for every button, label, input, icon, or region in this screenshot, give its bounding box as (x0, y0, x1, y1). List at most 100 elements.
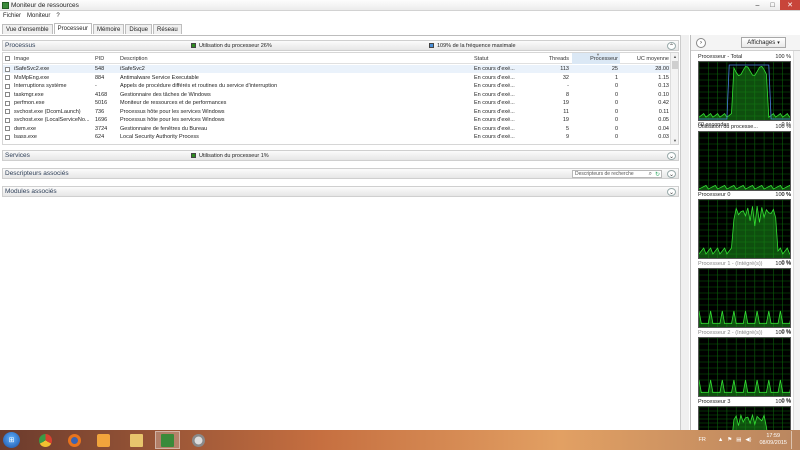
row-checkbox-box[interactable] (5, 83, 10, 89)
handles-search-input[interactable]: Descripteurs de recherche ⌕ ↻ (572, 170, 662, 178)
show-desktop-button[interactable] (791, 431, 796, 449)
language-indicator[interactable]: FR (698, 437, 705, 443)
col-image[interactable]: Image (14, 53, 94, 64)
tab-memory[interactable]: Mémoire (92, 24, 125, 34)
tab-overview[interactable]: Vue d'ensemble (2, 24, 53, 34)
table-row[interactable]: Interruptions système - Appels de procédur… (3, 82, 671, 90)
cell-avg-cpu: 0.42 (658, 100, 669, 106)
views-dropdown[interactable]: Affichages (741, 37, 786, 48)
col-description[interactable]: Description (120, 53, 472, 64)
row-checkbox-box[interactable] (5, 126, 10, 131)
cell-avg-cpu: 0.13 (658, 83, 669, 89)
row-checkbox[interactable] (5, 91, 13, 99)
cell-status: En cours d'exé... (474, 117, 515, 123)
close-button[interactable]: ✕ (780, 0, 800, 10)
row-checkbox-box[interactable] (5, 134, 10, 140)
table-row[interactable]: iSafeSvc2.exe 548 iSafeSvc2 En cours d'exé.… (3, 65, 671, 73)
row-checkbox[interactable] (5, 133, 13, 141)
table-row[interactable]: dwm.exe 3724 Gestionnaire de fenêtres du B… (3, 125, 671, 133)
row-checkbox-box[interactable] (5, 92, 10, 97)
cell-threads: 9 (565, 134, 569, 140)
scroll-down-icon[interactable]: ▼ (671, 137, 678, 144)
table-row[interactable]: lsass.exe 624 Local Security Authority Pro… (3, 133, 671, 141)
cell-image: Interruptions système (14, 83, 67, 89)
table-row[interactable]: perfmon.exe 5016 Moniteur de ressources et… (3, 99, 671, 107)
row-checkbox[interactable] (5, 65, 13, 73)
table-row[interactable]: svchost.exe (DcomLaunch) 736 Processus hôt… (3, 108, 671, 116)
row-checkbox[interactable] (5, 116, 13, 124)
expand-services-chevron-icon[interactable]: ⌄ (667, 152, 676, 160)
graphs-scrollbar[interactable] (793, 51, 800, 430)
volume-icon[interactable]: ◀) (745, 437, 751, 443)
tray-overflow-icon[interactable]: ▲ (718, 437, 723, 443)
graph-max-label: 100 % (775, 124, 791, 130)
action-center-icon[interactable]: ⚑ (727, 437, 732, 443)
menu-fichier[interactable]: Fichier (3, 13, 21, 19)
cell-threads: 8 (565, 91, 569, 98)
col-status[interactable]: Statut (474, 53, 524, 64)
cell-description: Antimalware Service Executable (120, 74, 199, 81)
menu-help[interactable]: ? (56, 13, 59, 19)
speed-icon[interactable] (186, 431, 211, 449)
graph-max-label: 100 % (775, 399, 791, 405)
col-avg-cpu[interactable]: UC moyenne (621, 53, 671, 64)
tab-cpu[interactable]: Processeur (53, 23, 92, 34)
collapse-processes-chevron-icon[interactable]: ⌃ (667, 42, 676, 50)
clock[interactable]: 17:59 08/09/2015 (759, 433, 787, 447)
scroll-thumb[interactable] (672, 61, 678, 69)
graph-canvas (698, 199, 791, 259)
handles-header[interactable]: Descripteurs associés Descripteurs de re… (2, 168, 679, 179)
resource-monitor-icon[interactable] (155, 431, 180, 449)
table-row[interactable]: MsMpEng.exe 884 Antimalware Service Execut… (3, 74, 671, 82)
windows-start-icon[interactable] (5, 431, 30, 449)
refresh-search-icon[interactable]: ↻ (655, 171, 660, 178)
tab-network[interactable]: Réseau (153, 24, 182, 34)
chrome-icon[interactable] (33, 431, 58, 449)
table-row[interactable]: taskmgr.exe 4168 Gestionnaire des tâches d… (3, 91, 671, 99)
freq-swatch (429, 43, 434, 48)
row-checkbox[interactable] (5, 74, 13, 82)
table-row[interactable]: svchost.exe (LocalServiceNo... 1696 Proces… (3, 116, 671, 124)
row-checkbox-box[interactable] (5, 117, 10, 123)
search-icon[interactable]: ⌕ (649, 171, 652, 178)
col-pid[interactable]: PID (95, 53, 119, 64)
cell-image: svchost.exe (LocalServiceNo... (14, 117, 90, 123)
scroll-up-icon[interactable]: ▲ (671, 53, 678, 60)
row-checkbox-box[interactable] (5, 100, 10, 106)
expand-handles-chevron-icon[interactable]: ⌄ (667, 170, 676, 178)
cell-cpu: 0 (614, 83, 618, 89)
modules-header[interactable]: Modules associés ⌄ (2, 186, 679, 197)
maximize-button[interactable]: □ (765, 0, 780, 10)
media-player-icon[interactable] (91, 431, 116, 449)
expand-modules-chevron-icon[interactable]: ⌄ (667, 188, 676, 196)
cell-cpu: 1 (614, 74, 618, 81)
col-threads[interactable]: Threads (525, 53, 571, 64)
select-all-checkbox[interactable] (5, 56, 10, 61)
row-checkbox-box[interactable] (5, 66, 10, 72)
network-icon[interactable]: ▤ (736, 437, 741, 443)
main-scrollbar[interactable] (680, 35, 689, 430)
row-checkbox-box[interactable] (5, 75, 10, 80)
processes-header[interactable]: Processus Utilisation du processeur 26% … (2, 40, 679, 51)
cpu-graph: Processeur - Total 100 % 60 secondes 0 % (696, 54, 793, 130)
graph-max-label: 100 % (775, 330, 791, 336)
row-checkbox[interactable] (5, 99, 13, 107)
taskbar: ⊞ FR ▲ ⚑ ▤ ◀) 17:59 08/09/2015 (0, 430, 800, 450)
row-checkbox[interactable] (5, 125, 13, 133)
col-cpu[interactable]: ▼ Processeur (572, 53, 620, 64)
row-checkbox[interactable] (5, 108, 13, 116)
services-header[interactable]: Services Utilisation du processeur 1% ⌄ (2, 150, 679, 161)
processes-scrollbar[interactable]: ▲ ▼ (670, 53, 678, 144)
menu-moniteur[interactable]: Moniteur (27, 13, 50, 19)
cell-description: Processus hôte pour les services Windows (120, 117, 225, 123)
cell-image: taskmgr.exe (14, 91, 44, 98)
minimize-button[interactable]: – (750, 0, 765, 10)
resource-monitor-app-icon (2, 1, 9, 9)
row-checkbox[interactable] (5, 82, 13, 90)
row-checkbox-box[interactable] (5, 109, 10, 114)
tab-disk[interactable]: Disque (125, 24, 153, 34)
firefox-icon[interactable] (62, 431, 87, 449)
cell-threads: 5 (565, 125, 569, 132)
file-explorer-icon[interactable] (124, 431, 149, 449)
collapse-panel-arrow-icon[interactable]: › (696, 38, 706, 48)
